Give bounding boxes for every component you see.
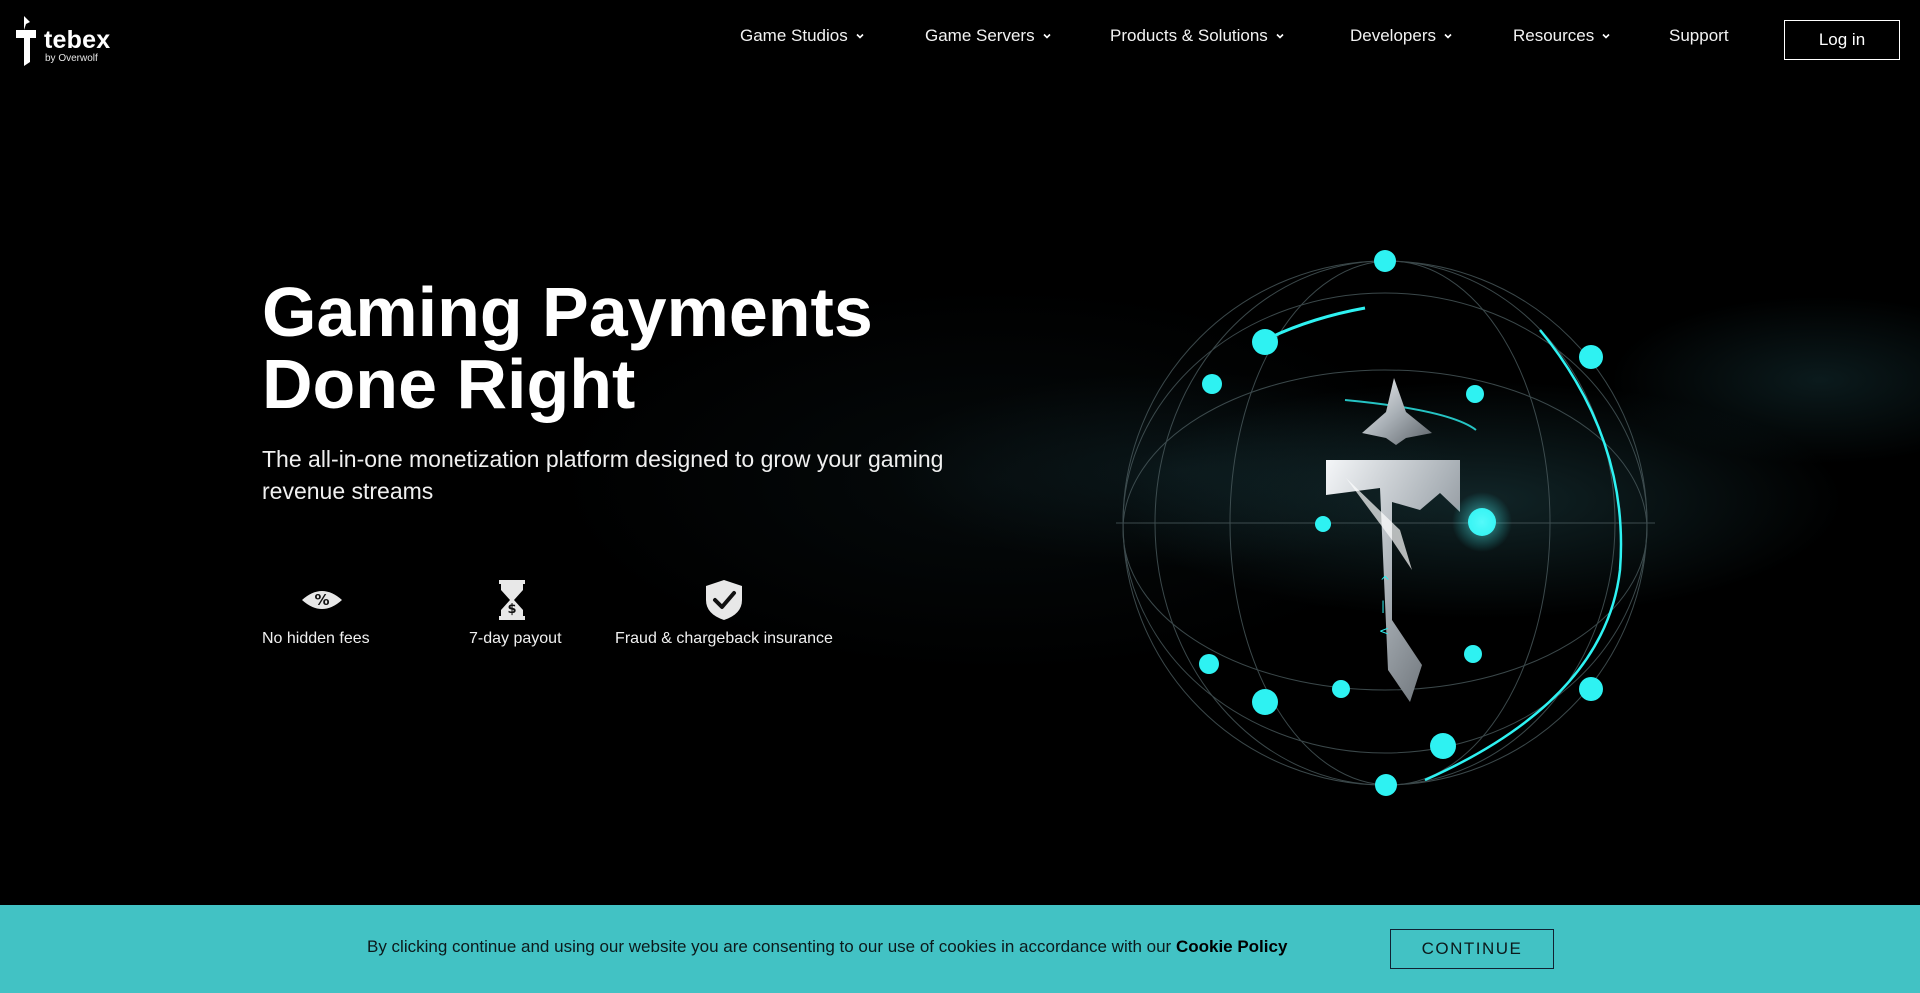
hourglass-dollar-icon: $ <box>499 580 525 620</box>
chevron-down-icon <box>1444 33 1452 39</box>
nav-item-resources[interactable]: Resources <box>1513 26 1611 46</box>
nav-label: Game Studios <box>740 26 848 45</box>
nav-item-products-solutions[interactable]: Products & Solutions <box>1110 26 1285 46</box>
shield-check-icon <box>706 580 742 620</box>
tebex-emblem: ^ | < <box>1326 378 1460 702</box>
login-button[interactable]: Log in <box>1784 20 1900 60</box>
chevron-down-icon <box>1043 33 1051 39</box>
tebex-cross-icon <box>16 16 36 66</box>
nav-item-game-servers[interactable]: Game Servers <box>925 26 1052 46</box>
nav-label: Game Servers <box>925 26 1035 45</box>
cookie-text: By clicking continue and using our websi… <box>367 937 1172 956</box>
svg-text:^: ^ <box>1380 574 1390 588</box>
tebex-orb-illustration: ^ | < <box>1116 250 1655 796</box>
svg-text:%: % <box>314 591 329 609</box>
site-header: tebex by Overwolf Game Studios Game Serv… <box>0 0 1920 80</box>
percent-eye-icon: % <box>302 591 342 609</box>
hero-title: Gaming Payments Done Right <box>262 276 962 420</box>
nav-label: Resources <box>1513 26 1595 45</box>
feature-label: No hidden fees <box>262 630 370 647</box>
nav-label: Products & Solutions <box>1110 26 1268 45</box>
hero-title-line-2: Done Right <box>262 345 636 423</box>
nav-label: Support <box>1669 26 1729 45</box>
brand-name: tebex <box>44 26 111 54</box>
cookie-policy-link[interactable]: Cookie Policy <box>1176 937 1287 956</box>
nav-label: Developers <box>1350 26 1436 45</box>
hero-subtitle: The all-in-one monetization platform des… <box>262 446 944 504</box>
brand-tagline: by Overwolf <box>45 53 98 64</box>
continue-button[interactable]: CONTINUE <box>1390 929 1554 969</box>
cookie-message: By clicking continue and using our websi… <box>367 937 1287 957</box>
nav-item-developers[interactable]: Developers <box>1350 26 1453 46</box>
chevron-down-icon <box>1602 33 1610 39</box>
chevron-down-icon <box>1276 33 1284 39</box>
cookie-consent-bar: By clicking continue and using our websi… <box>0 905 1920 993</box>
svg-text:<: < <box>1379 624 1389 638</box>
nav-item-game-studios[interactable]: Game Studios <box>740 26 865 46</box>
feature-label: Fraud & chargeback insurance <box>615 630 833 647</box>
hero-title-line-1: Gaming Payments <box>262 273 873 351</box>
svg-text:|: | <box>1381 599 1385 613</box>
nav-item-support[interactable]: Support <box>1669 26 1729 46</box>
svg-text:$: $ <box>507 602 516 617</box>
brand-logo[interactable]: tebex by Overwolf <box>14 16 124 66</box>
feature-label: 7-day payout <box>469 630 562 647</box>
chevron-down-icon <box>856 33 864 39</box>
